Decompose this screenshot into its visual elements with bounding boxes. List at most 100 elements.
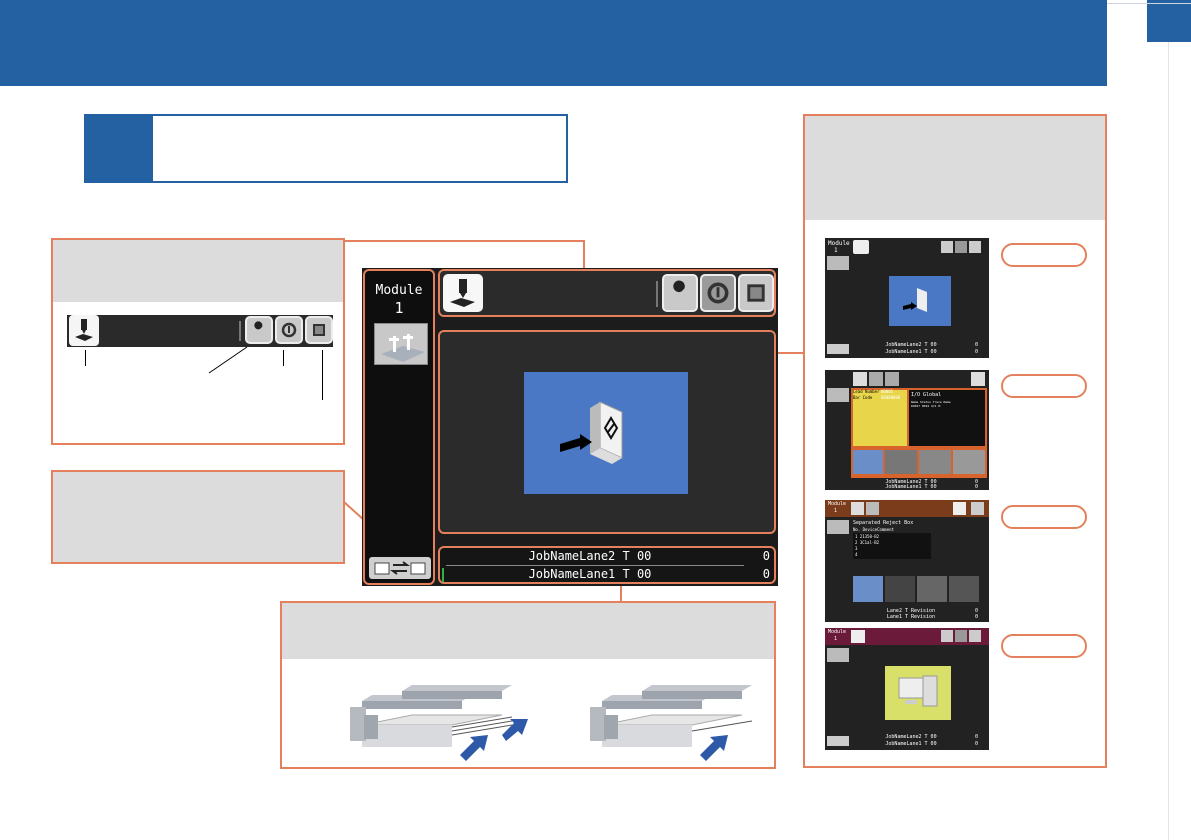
thumb-count2: 0 — [975, 734, 979, 740]
thumbnail-reject-box-screen: Module 1 Separated Reject Box No. Device… — [825, 500, 989, 622]
thumb-computer-panel — [885, 666, 951, 720]
camera-icon — [971, 372, 985, 386]
start-panel[interactable] — [524, 372, 688, 494]
tools-button[interactable] — [662, 274, 698, 312]
leader-line — [283, 350, 284, 366]
window-button[interactable] — [738, 274, 774, 312]
module-callout-panel — [51, 470, 345, 564]
lane-status-bar: JobNameLane2 T 00 0 JobNameLane1 T 00 0 — [438, 546, 776, 584]
list-item: 2 3C1al-B2 — [855, 540, 880, 545]
thumb-category-icon — [885, 576, 915, 602]
module-label: Module — [375, 283, 423, 298]
mounting-head-icon — [851, 630, 865, 643]
list-item: 4 — [855, 552, 858, 557]
main-display-area — [438, 330, 776, 534]
lane1-count: 0 — [762, 567, 770, 581]
thumb-col-header: No. DeviceComment — [853, 527, 894, 532]
toolbar-callout-panel — [51, 238, 345, 445]
thumb-field2-label: Bar Code — [853, 395, 873, 400]
thumb-module-number: 1 — [834, 508, 838, 514]
lane-mode-panel — [280, 601, 776, 769]
home-button[interactable] — [443, 274, 483, 312]
lane-switch-icon — [827, 736, 849, 746]
thumb-io-title: I/O Global — [911, 392, 942, 398]
mounting-head-icon — [953, 502, 966, 515]
window-icon — [971, 502, 984, 515]
mounting-head-icon — [853, 240, 869, 254]
thumb-io-row: DO027 0024 4/S 0: — [911, 404, 942, 408]
thumb-io-table: I/O Global Name Status Trace Name DO027 … — [909, 390, 985, 446]
lane1-job: JobNameLane1 T 00 — [528, 567, 652, 581]
page-edge-line — [1168, 42, 1169, 840]
thumb-module-label: Module — [828, 629, 847, 635]
thumb-module-image — [827, 388, 849, 402]
thumb-category-icon — [919, 450, 951, 474]
wrench-icon — [851, 502, 864, 515]
thumbnail-io-screen: Lead Number 00001 Bar Code 00000000 I/O … — [825, 370, 989, 490]
sync-icon — [707, 282, 729, 304]
mounting-head-icon — [69, 315, 99, 346]
thumb-category-icon — [853, 450, 883, 474]
dual-lane-illustration — [350, 685, 528, 761]
lane-switch-icon[interactable] — [369, 557, 431, 579]
thumb-module-image — [827, 256, 849, 270]
thumb-category-icon — [917, 576, 947, 602]
thumb-module-image — [827, 520, 849, 534]
module-image[interactable] — [374, 323, 428, 365]
sync-icon — [955, 630, 967, 642]
section-number-block — [84, 114, 153, 183]
sync-button[interactable] — [700, 274, 736, 312]
thumb-field2-value: 00000000 — [881, 395, 901, 400]
section-title-box — [84, 114, 568, 183]
thumb-module-label: Module — [828, 240, 850, 247]
wrench-icon — [671, 280, 685, 302]
window-icon — [747, 284, 765, 302]
module-number: 1 — [394, 299, 404, 317]
thumb-start-panel — [889, 276, 951, 326]
connector-line — [583, 240, 585, 270]
leader-line — [322, 350, 323, 400]
computer-icon — [898, 675, 938, 707]
lane2-count: 0 — [762, 549, 770, 563]
window-icon — [969, 630, 981, 642]
thumbnail-label-tag — [1001, 634, 1087, 658]
thumb-reject-list: 1 21350-B2 2 3C1al-B2 3 4 — [853, 533, 931, 559]
window-icon — [969, 241, 981, 253]
thumb-module-number: 1 — [834, 636, 838, 642]
module-column: Module 1 — [363, 269, 435, 585]
toolbar-replica — [67, 315, 333, 347]
panel-heading — [53, 472, 343, 562]
thumb-orange-frame: Lead Number 00001 Bar Code 00000000 I/O … — [851, 388, 987, 478]
thumb-lane1: Lane1 T Revision — [886, 614, 936, 620]
list-item: 1 21350-B2 — [855, 534, 880, 539]
window-icon — [305, 316, 333, 344]
screen-toolbar — [438, 269, 776, 317]
header-rule — [1107, 3, 1191, 4]
thumb-category-icon — [885, 450, 917, 474]
single-lane-illustration — [590, 685, 753, 761]
toolbar-divider — [656, 281, 658, 307]
machine-screen: Module 1 JobNameLane2 T 00 0 JobNameLane… — [362, 268, 778, 586]
thumb-count1: 0 — [975, 349, 979, 355]
mounting-head-icon — [450, 279, 475, 307]
thumb-count1: 0 — [975, 484, 979, 490]
thumb-lane1: JobNameLane1 T 00 — [885, 741, 937, 747]
page-icon — [885, 372, 899, 386]
camera-icon — [853, 372, 867, 386]
connector-line — [776, 352, 804, 354]
gear-icon — [866, 502, 879, 515]
leader-line — [85, 350, 86, 366]
thumb-field1-value: 00001 — [881, 389, 894, 394]
thumb-category-icon — [953, 450, 985, 474]
start-icon — [560, 401, 623, 464]
thumb-module-label: Module — [828, 501, 847, 507]
wrench-icon — [245, 316, 273, 344]
thumb-module-number: 1 — [834, 247, 838, 254]
thumb-field1-label: Lead Number — [853, 389, 880, 394]
thumb-count1: 0 — [975, 614, 979, 620]
thumb-module-image — [827, 648, 849, 662]
thumbnail-label-tag — [1001, 505, 1087, 529]
thumb-count2: 0 — [975, 342, 979, 348]
thumbnail-computer-screen: Module 1 JobNameLane2 T 00 0 JobNameLane… — [825, 628, 989, 750]
thumb-category-icon — [853, 576, 883, 602]
